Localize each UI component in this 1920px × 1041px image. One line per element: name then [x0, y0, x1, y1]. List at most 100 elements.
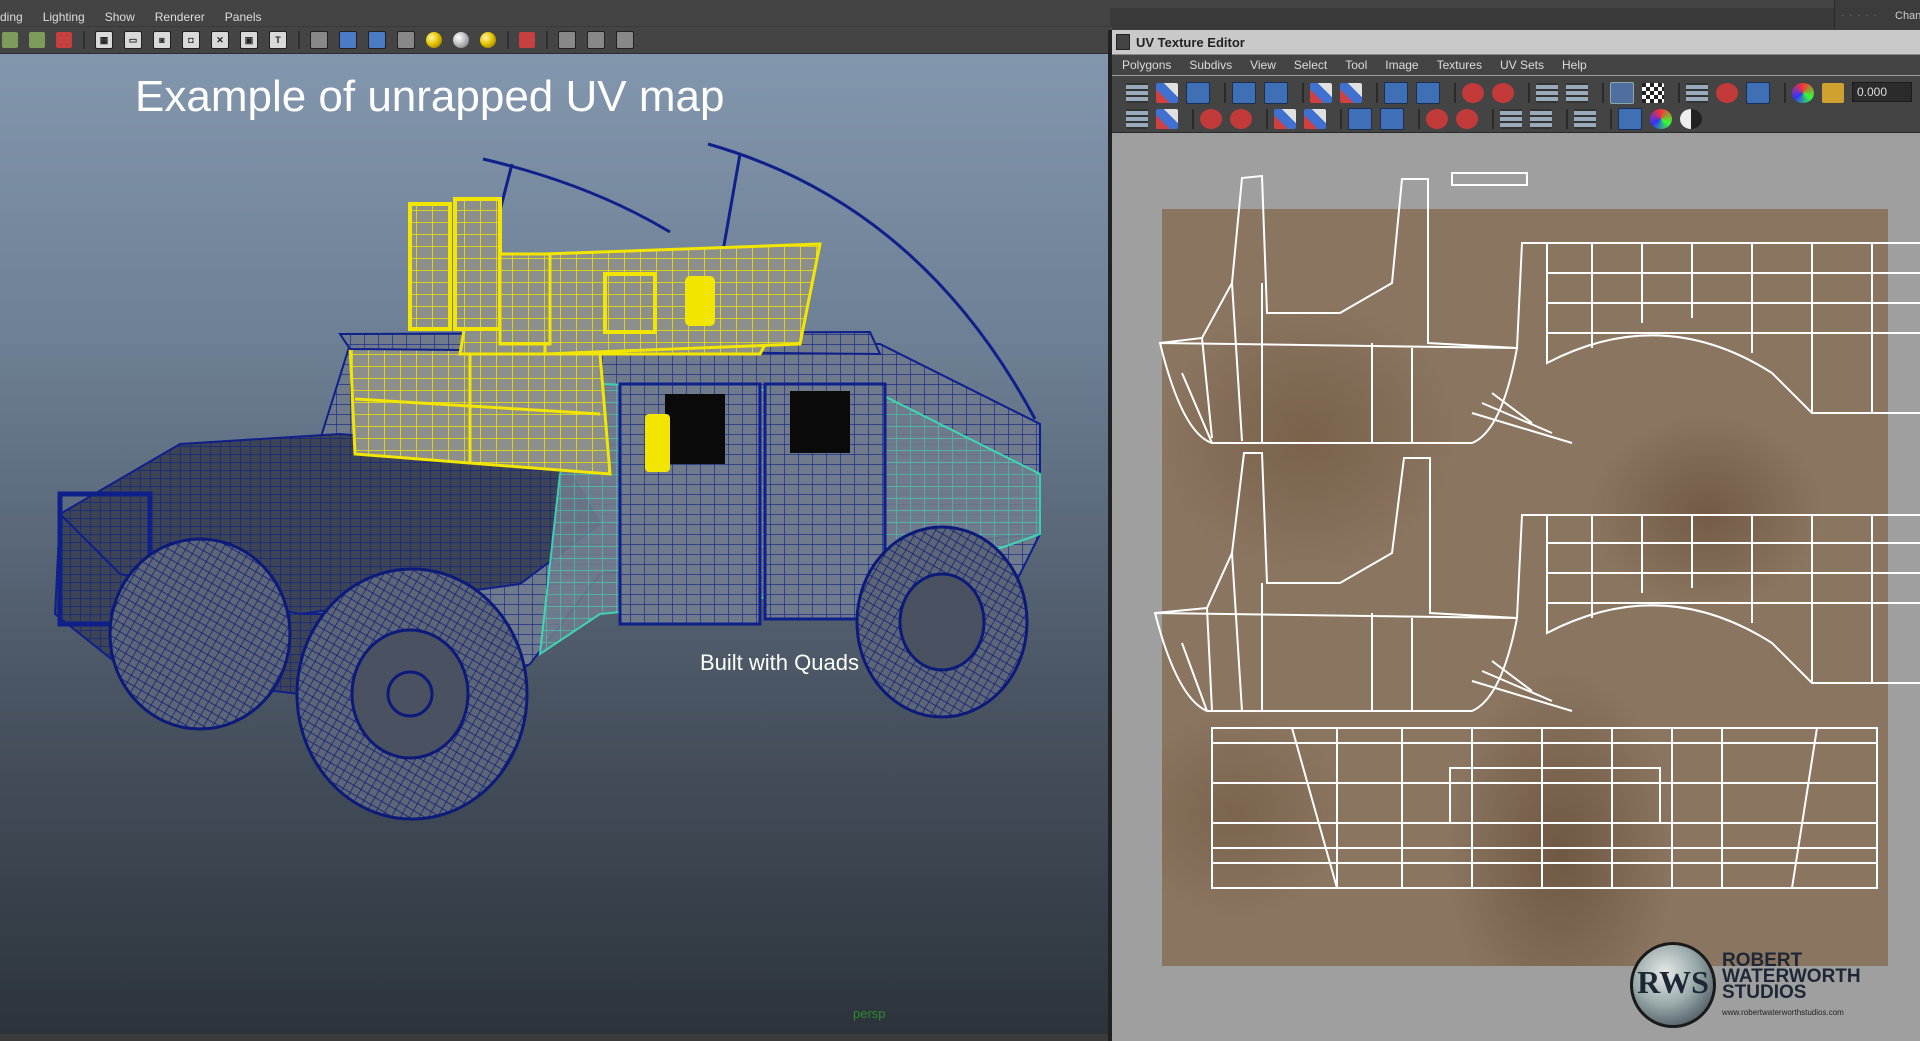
- turret-shield: [543, 242, 822, 356]
- toolbar-separator: [1492, 109, 1494, 129]
- uv-shell-side-lower: [1153, 452, 1920, 712]
- pixel-snap-icon[interactable]: [1716, 83, 1738, 103]
- toolbar-separator: [1784, 83, 1786, 103]
- resolution-gate-icon[interactable]: ◙: [153, 31, 171, 49]
- shadows-icon[interactable]: [480, 32, 496, 48]
- relax-icon[interactable]: [1348, 108, 1372, 130]
- align-min-u-icon[interactable]: [1462, 83, 1484, 103]
- turret-plate-right: [453, 197, 502, 331]
- align-max-u-icon[interactable]: [1492, 83, 1514, 103]
- sew-uv-icon[interactable]: [1340, 83, 1362, 103]
- uv-texture-editor-window: UV Texture Editor Polygons Subdivs View …: [1112, 30, 1920, 1041]
- menu-lighting[interactable]: Lighting: [43, 10, 85, 24]
- smooth-shade-icon[interactable]: [339, 31, 357, 49]
- uv-lattice-icon[interactable]: [1156, 83, 1178, 103]
- menu-show[interactable]: Show: [105, 10, 135, 24]
- toolbar-separator: [1266, 109, 1268, 129]
- toolbar-separator: [298, 31, 300, 49]
- windshield-frame: [348, 342, 612, 476]
- uv-select-icon[interactable]: [1156, 109, 1178, 129]
- isolate-select-icon[interactable]: [519, 32, 535, 48]
- share-icon[interactable]: [616, 31, 634, 49]
- menu-panels[interactable]: Panels: [225, 10, 262, 24]
- align-max-v-icon[interactable]: [1456, 109, 1478, 129]
- checker-icon[interactable]: [1642, 83, 1664, 103]
- rotate-cw-icon[interactable]: [1200, 109, 1222, 129]
- safe-action-icon[interactable]: ▣: [240, 31, 258, 49]
- grid-uv-icon[interactable]: [1536, 83, 1558, 103]
- straighten-icon[interactable]: [1380, 108, 1404, 130]
- normalize-icon[interactable]: [1500, 109, 1522, 129]
- uv-editor-toolbar: [1112, 76, 1920, 133]
- channel-box-label: Chan: [1895, 10, 1920, 22]
- camera-select-icon[interactable]: [2, 32, 18, 48]
- shade-uvs-icon[interactable]: [1746, 82, 1770, 104]
- toolbar-separator: [1528, 83, 1530, 103]
- use-all-lights-icon[interactable]: [453, 32, 469, 48]
- unfold-icon[interactable]: [1566, 83, 1588, 103]
- front-left-wheel: [108, 537, 292, 731]
- image-display-icon[interactable]: [1610, 82, 1634, 104]
- field-chart-icon[interactable]: ✕: [211, 31, 229, 49]
- gate-mask-icon[interactable]: ◘: [182, 31, 200, 49]
- uv-menu-select[interactable]: Select: [1294, 58, 1327, 72]
- grid-toggle-icon[interactable]: ▦: [95, 31, 113, 49]
- uv-menu-tool[interactable]: Tool: [1345, 58, 1367, 72]
- channel-box-header[interactable]: · · · · · Chan: [1834, 0, 1920, 30]
- align-min-v-icon[interactable]: [1426, 109, 1448, 129]
- color-display-icon[interactable]: [1650, 109, 1672, 129]
- rotate-ccw-icon[interactable]: [1230, 109, 1252, 129]
- toolbar-separator: [507, 31, 509, 49]
- uv-shell-floor: [1211, 727, 1878, 889]
- model-caption: Built with Quads: [700, 650, 859, 675]
- use-default-lights-icon[interactable]: [426, 32, 442, 48]
- merge-uv-icon[interactable]: [1304, 109, 1326, 129]
- side-mirror: [645, 414, 670, 472]
- isolate-uv-icon[interactable]: [1574, 109, 1596, 129]
- wireframe-icon[interactable]: [310, 31, 328, 49]
- menu-shading[interactable]: ding: [0, 10, 23, 24]
- uv-value-field[interactable]: [1852, 82, 1912, 102]
- flip-u-icon[interactable]: [1232, 82, 1256, 104]
- bookmark-icon[interactable]: [56, 32, 72, 48]
- xray-joints-icon[interactable]: [587, 31, 605, 49]
- cut-uv-icon[interactable]: [1310, 83, 1332, 103]
- wireframe-on-shaded-icon[interactable]: [368, 31, 386, 49]
- uv-move-icon[interactable]: [1186, 82, 1210, 104]
- uv-menu-polygons[interactable]: Polygons: [1122, 58, 1171, 72]
- alpha-display-icon[interactable]: [1680, 109, 1702, 129]
- toggle-grid-icon[interactable]: [1686, 83, 1708, 103]
- toolbar-separator: [1302, 83, 1304, 103]
- layout-icon[interactable]: [1416, 82, 1440, 104]
- uv-smudge-icon[interactable]: [1126, 109, 1148, 129]
- uv-menu-subdivs[interactable]: Subdivs: [1189, 58, 1232, 72]
- flip-v-icon[interactable]: [1264, 82, 1288, 104]
- uv-editor-titlebar[interactable]: UV Texture Editor: [1112, 30, 1920, 55]
- uv-menu-uv-sets[interactable]: UV Sets: [1500, 58, 1544, 72]
- perspective-viewport[interactable]: Example of unrapped UV map Built with Qu…: [0, 54, 1108, 1034]
- dim-image-icon[interactable]: [1822, 83, 1844, 103]
- xray-icon[interactable]: [558, 31, 576, 49]
- uv-menu-textures[interactable]: Textures: [1437, 58, 1482, 72]
- texture-borders-icon[interactable]: [1618, 108, 1642, 130]
- uv-menu-image[interactable]: Image: [1385, 58, 1418, 72]
- toolbar-separator: [1340, 109, 1342, 129]
- menu-renderer[interactable]: Renderer: [155, 10, 205, 24]
- rgb-channels-icon[interactable]: [1792, 83, 1814, 103]
- logo-line-3: STUDIOS: [1722, 982, 1807, 1003]
- uv-menu-help[interactable]: Help: [1562, 58, 1587, 72]
- toolbar-separator: [1418, 109, 1420, 129]
- move-sew-icon[interactable]: [1384, 82, 1408, 104]
- uv-snapshot-icon[interactable]: [1126, 83, 1148, 103]
- toolbar-separator: [1224, 83, 1226, 103]
- uv-menu-view[interactable]: View: [1250, 58, 1276, 72]
- split-uv-icon[interactable]: [1274, 109, 1296, 129]
- camera-attributes-icon[interactable]: [29, 32, 45, 48]
- front-right-wheel: [295, 567, 529, 821]
- unitize-icon[interactable]: [1530, 109, 1552, 129]
- safe-title-icon[interactable]: T: [269, 31, 287, 49]
- uv-canvas[interactable]: [1112, 133, 1920, 1041]
- textured-icon[interactable]: [397, 31, 415, 49]
- film-gate-icon[interactable]: ▭: [124, 31, 142, 49]
- toolbar-separator: [1566, 109, 1568, 129]
